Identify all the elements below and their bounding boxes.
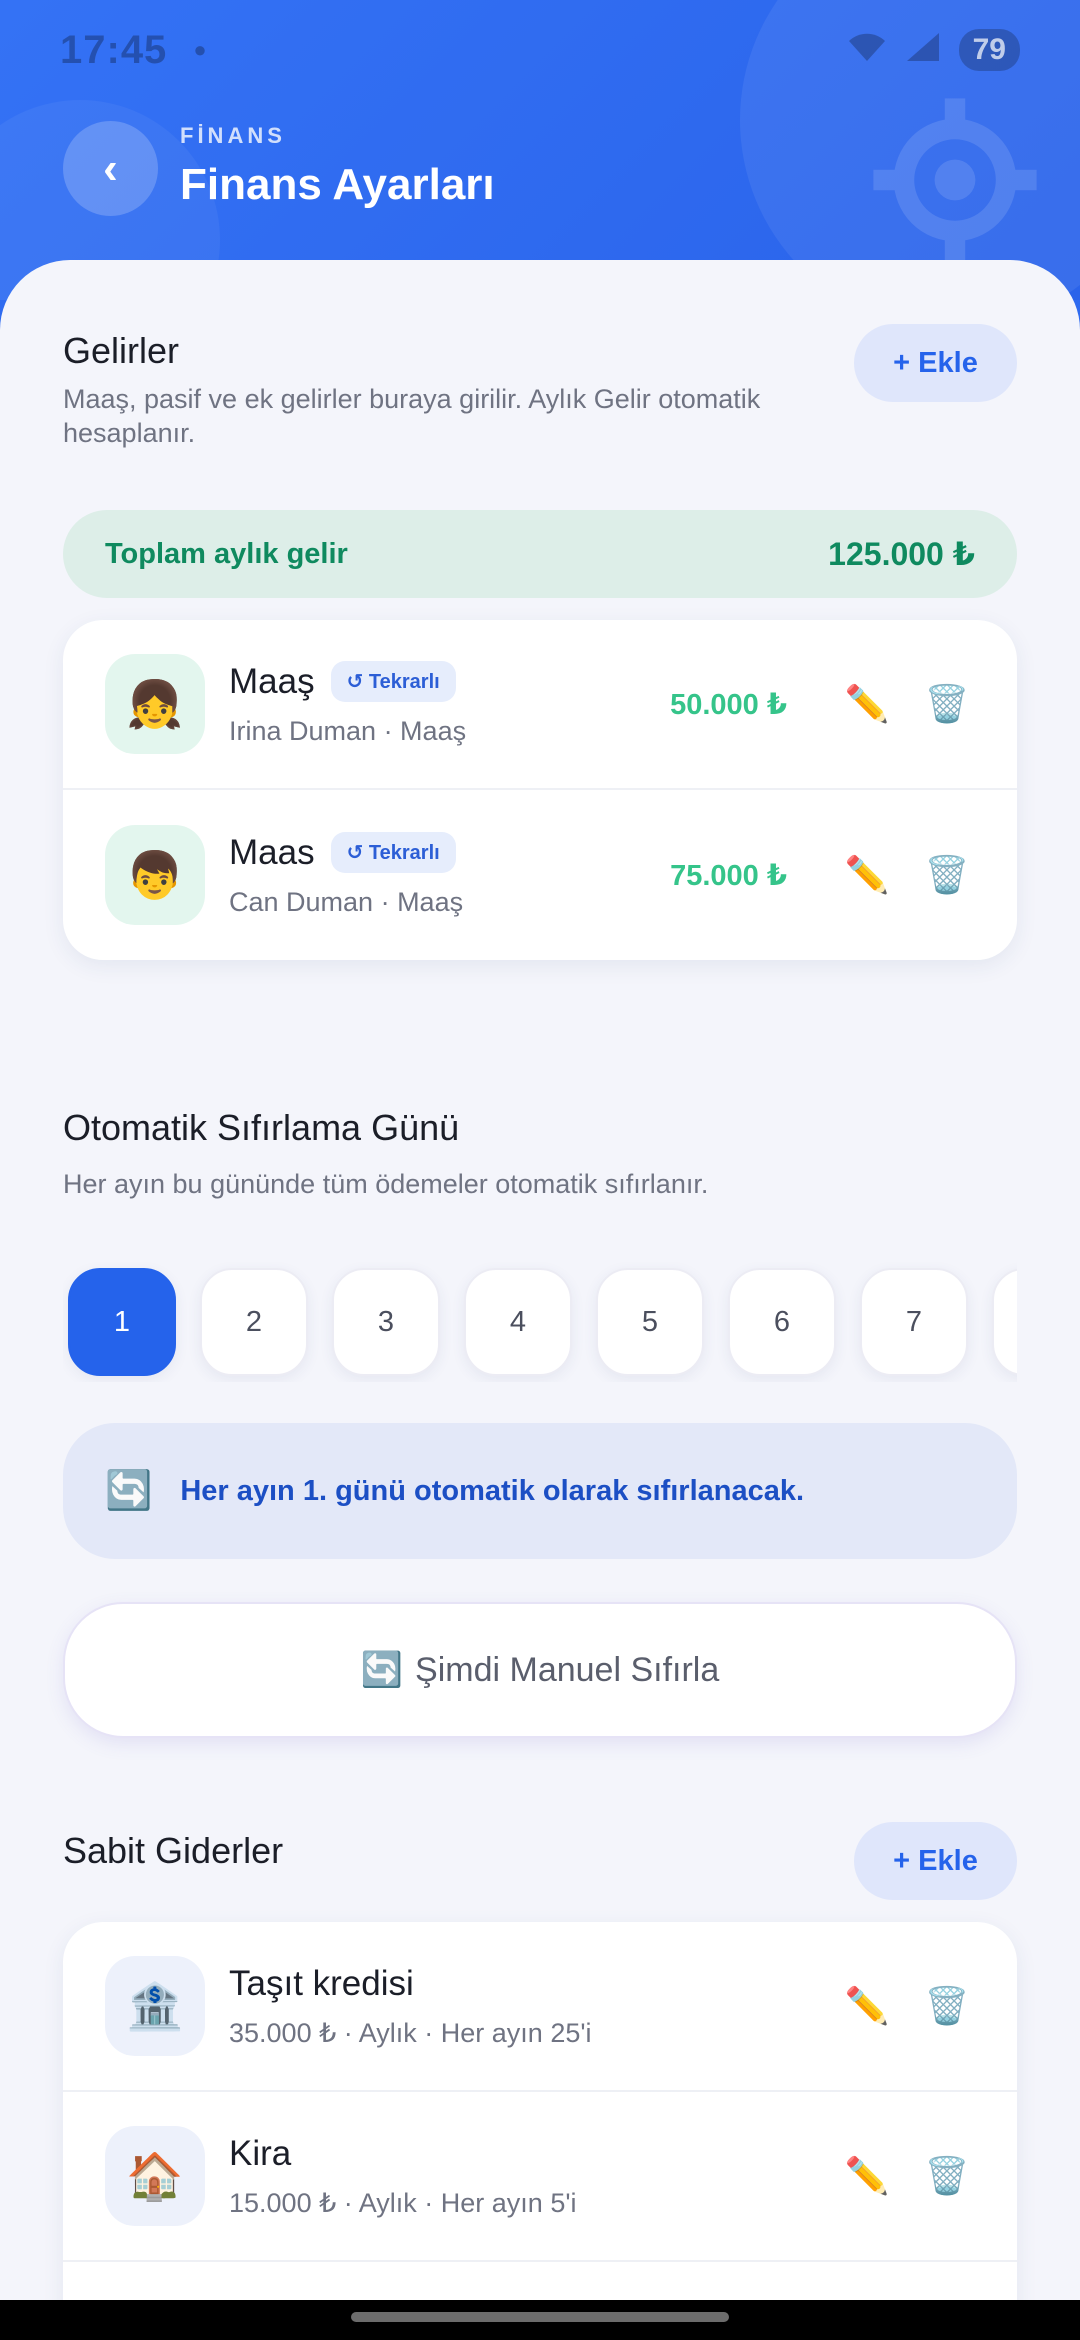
day-chip[interactable]: 2 [200, 1268, 308, 1376]
total-income-bar: Toplam aylık gelir 125.000 ₺ [63, 510, 1017, 598]
gear-icon [873, 98, 1037, 262]
day-selector[interactable]: 1 2 3 4 5 6 7 8 [63, 1262, 1017, 1382]
avatar: 👧 [105, 654, 205, 754]
income-item-title: Maas [229, 832, 315, 872]
expense-item-title: Taşıt kredisi [229, 1963, 414, 2003]
chevron-left-icon: ‹ [103, 143, 118, 193]
edit-icon[interactable]: ✏️ [839, 2148, 895, 2204]
total-income-label: Toplam aylık gelir [105, 537, 348, 570]
section-eyebrow: FİNANS [180, 123, 286, 148]
add-expense-button[interactable]: + Ekle [854, 1822, 1017, 1900]
reset-info-text: Her ayın 1. günü otomatik olarak sıfırla… [180, 1474, 805, 1507]
battery-indicator: 79 [958, 29, 1020, 71]
notification-dot-icon: ● [193, 37, 207, 62]
avatar: 👦 [105, 825, 205, 925]
day-chip[interactable]: 3 [332, 1268, 440, 1376]
back-button[interactable]: ‹ [63, 121, 158, 216]
income-list: 👧 Maaş ↺ Tekrarlı Irina Duman · Maaş 50.… [63, 620, 1017, 960]
income-item-subtitle: Can Duman · Maaş [229, 887, 464, 917]
income-description: Maaş, pasif ve ek gelirler buraya girili… [63, 384, 761, 448]
edit-icon[interactable]: ✏️ [839, 1978, 895, 2034]
reset-description: Her ayın bu gününde tüm ödemeler otomati… [63, 1169, 709, 1199]
expense-item[interactable] [63, 2262, 1017, 2300]
expense-item-subtitle: 15.000 ₺ · Aylık · Her ayın 5'i [229, 2187, 577, 2218]
manual-reset-button[interactable]: 🔄 Şimdi Manuel Sıfırla [63, 1602, 1017, 1738]
navigation-bar [0, 2300, 1080, 2340]
refresh-icon: 🔄 [105, 1470, 153, 1512]
income-item-amount: 75.000 ₺ [670, 859, 787, 892]
status-bar: 17:45 ● 79 [0, 0, 1080, 100]
house-icon: 🏠 [105, 2126, 205, 2226]
total-income-value: 125.000 ₺ [828, 536, 975, 572]
trash-icon[interactable]: 🗑️ [919, 676, 975, 732]
bank-icon: 🏦 [105, 1956, 205, 2056]
trash-icon[interactable]: 🗑️ [919, 2148, 975, 2204]
reset-section-header: Otomatik Sıfırlama Günü Her ayın bu günü… [63, 1107, 1017, 1201]
income-item[interactable]: 👧 Maaş ↺ Tekrarlı Irina Duman · Maaş 50.… [63, 620, 1017, 790]
expense-item-subtitle: 35.000 ₺ · Aylık · Her ayın 25'i [229, 2017, 592, 2048]
header: 17:45 ● 79 ‹ FİNANS Finans Ayarları [0, 0, 1080, 300]
income-section-header: Gelirler Maaş, pasif ve ek gelirler bura… [63, 330, 843, 450]
reset-title: Otomatik Sıfırlama Günü [63, 1107, 460, 1148]
income-item-subtitle: Irina Duman · Maaş [229, 716, 467, 746]
page-title: Finans Ayarları [180, 160, 495, 209]
day-chip[interactable]: 8 [992, 1268, 1017, 1376]
recurring-badge: ↺ Tekrarlı [330, 661, 456, 702]
edit-icon[interactable]: ✏️ [839, 676, 895, 732]
content-sheet[interactable]: Gelirler Maaş, pasif ve ek gelirler bura… [0, 260, 1080, 2300]
income-item-amount: 50.000 ₺ [670, 688, 787, 721]
day-chip[interactable]: 7 [860, 1268, 968, 1376]
income-item-title: Maaş [229, 661, 315, 701]
income-title: Gelirler [63, 330, 180, 371]
fixed-expenses-list: 🏦 Taşıt kredisi 35.000 ₺ · Aylık · Her a… [63, 1922, 1017, 2300]
day-chip[interactable]: 4 [464, 1268, 572, 1376]
expense-item-title: Kira [229, 2133, 292, 2173]
trash-icon[interactable]: 🗑️ [919, 847, 975, 903]
manual-reset-label: Şimdi Manuel Sıfırla [415, 1650, 720, 1689]
day-chip[interactable]: 1 [68, 1268, 176, 1376]
wifi-icon [847, 28, 887, 73]
trash-icon[interactable]: 🗑️ [919, 1978, 975, 2034]
reset-info-box: 🔄 Her ayın 1. günü otomatik olarak sıfır… [63, 1423, 1017, 1559]
home-indicator[interactable] [351, 2312, 729, 2322]
day-chip[interactable]: 5 [596, 1268, 704, 1376]
recurring-badge: ↺ Tekrarlı [330, 832, 456, 873]
status-time: 17:45 [60, 27, 168, 72]
refresh-icon: 🔄 [360, 1651, 404, 1689]
add-income-button[interactable]: + Ekle [854, 324, 1017, 402]
income-item[interactable]: 👦 Maas ↺ Tekrarlı Can Duman · Maaş 75.00… [63, 790, 1017, 960]
edit-icon[interactable]: ✏️ [839, 847, 895, 903]
expense-item[interactable]: 🏦 Taşıt kredisi 35.000 ₺ · Aylık · Her a… [63, 1922, 1017, 2092]
signal-icon [905, 28, 941, 73]
expense-item[interactable]: 🏠 Kira 15.000 ₺ · Aylık · Her ayın 5'i ✏… [63, 2092, 1017, 2262]
day-chip[interactable]: 6 [728, 1268, 836, 1376]
